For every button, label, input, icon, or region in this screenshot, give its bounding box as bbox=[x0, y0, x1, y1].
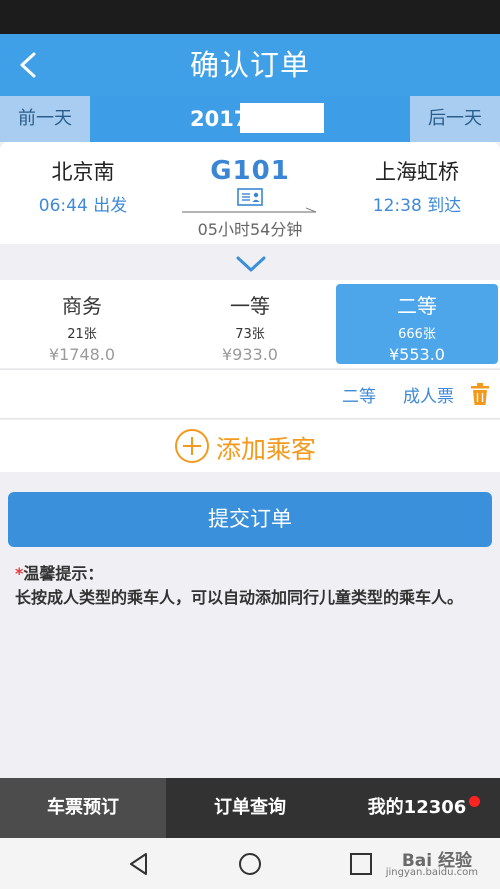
seat-price: ¥933.0 bbox=[222, 345, 278, 364]
bottom-tab-bar: 车票预订 订单查询 我的12306 bbox=[0, 778, 500, 838]
tab-my-12306-label: 我的12306 bbox=[367, 797, 467, 818]
seat-availability: 21张 bbox=[67, 327, 97, 342]
seat-availability: 73张 bbox=[235, 327, 265, 342]
passenger-row[interactable]: 二等 成人票 bbox=[0, 369, 500, 419]
submit-order-button[interactable]: 提交订单 bbox=[8, 492, 492, 547]
tip-heading: *温馨提示： bbox=[15, 563, 485, 585]
seat-price: ¥553.0 bbox=[389, 345, 445, 364]
seat-option-business[interactable]: 商务 21张 ¥1748.0 bbox=[0, 284, 164, 364]
tip-body: 长按成人类型的乘车人，可以自动添加同行儿童类型的乘车人。 bbox=[15, 588, 464, 607]
tip-title: 温馨提示： bbox=[23, 564, 104, 583]
add-passenger-button[interactable]: 添加乘客 bbox=[0, 420, 500, 472]
route-arrow-icon bbox=[182, 207, 317, 213]
expand-chevron-icon[interactable] bbox=[234, 254, 268, 274]
date-bar: 前一天 2017 后一天 bbox=[0, 96, 500, 142]
train-number: G101 bbox=[210, 156, 290, 186]
arrival-time: 12:38 到达 bbox=[372, 196, 462, 216]
tab-my-12306[interactable]: 我的12306 bbox=[334, 778, 500, 838]
system-nav-bar: Bai 经验 jingyan.baidu.com bbox=[0, 838, 500, 889]
plus-circle-icon bbox=[175, 429, 209, 463]
seat-option-first-class[interactable]: 一等 73张 ¥933.0 bbox=[168, 284, 332, 364]
departure-time: 06:44 出发 bbox=[38, 196, 128, 216]
watermark-url: jingyan.baidu.com bbox=[385, 867, 478, 878]
next-day-button[interactable]: 后一天 bbox=[410, 96, 500, 142]
notification-badge bbox=[469, 796, 480, 807]
seat-class-selector: 商务 21张 ¥1748.0 一等 73张 ¥933.0 二等 666张 ¥55… bbox=[0, 280, 500, 368]
tab-order-query[interactable]: 订单查询 bbox=[167, 778, 333, 838]
seat-class-label: 二等 bbox=[397, 294, 437, 318]
passenger-ticket-type[interactable]: 成人票 bbox=[403, 382, 454, 407]
nav-recents-icon[interactable] bbox=[348, 851, 374, 877]
nav-home-icon[interactable] bbox=[237, 851, 263, 877]
seat-option-second-class[interactable]: 二等 666张 ¥553.0 bbox=[336, 284, 498, 364]
passenger-seat-class[interactable]: 二等 bbox=[342, 382, 376, 407]
departure-station: 北京南 06:44 出发 bbox=[8, 156, 158, 216]
arrival-station-name: 上海虹桥 bbox=[375, 160, 459, 184]
date-redaction bbox=[240, 103, 324, 133]
seat-price: ¥1748.0 bbox=[48, 345, 116, 364]
seat-class-label: 一等 bbox=[230, 294, 270, 318]
departure-station-name: 北京南 bbox=[51, 160, 115, 184]
previous-day-button[interactable]: 前一天 bbox=[0, 96, 90, 142]
ticket-info-icon[interactable] bbox=[237, 188, 263, 206]
tip-box: *温馨提示： 长按成人类型的乘车人，可以自动添加同行儿童类型的乘车人。 bbox=[15, 563, 485, 609]
seat-availability: 666张 bbox=[398, 327, 436, 342]
nav-back-icon[interactable] bbox=[126, 851, 152, 877]
header-bar: 确认订单 bbox=[0, 34, 500, 96]
travel-duration: 05小时54分钟 bbox=[197, 220, 303, 239]
seat-class-label: 商务 bbox=[62, 294, 102, 318]
status-bar bbox=[0, 0, 500, 34]
arrival-station: 上海虹桥 12:38 到达 bbox=[342, 156, 492, 216]
add-passenger-label: 添加乘客 bbox=[216, 435, 317, 464]
page-title: 确认订单 bbox=[189, 48, 310, 82]
trash-icon[interactable] bbox=[470, 382, 490, 406]
tab-ticket-booking[interactable]: 车票预订 bbox=[0, 778, 166, 838]
